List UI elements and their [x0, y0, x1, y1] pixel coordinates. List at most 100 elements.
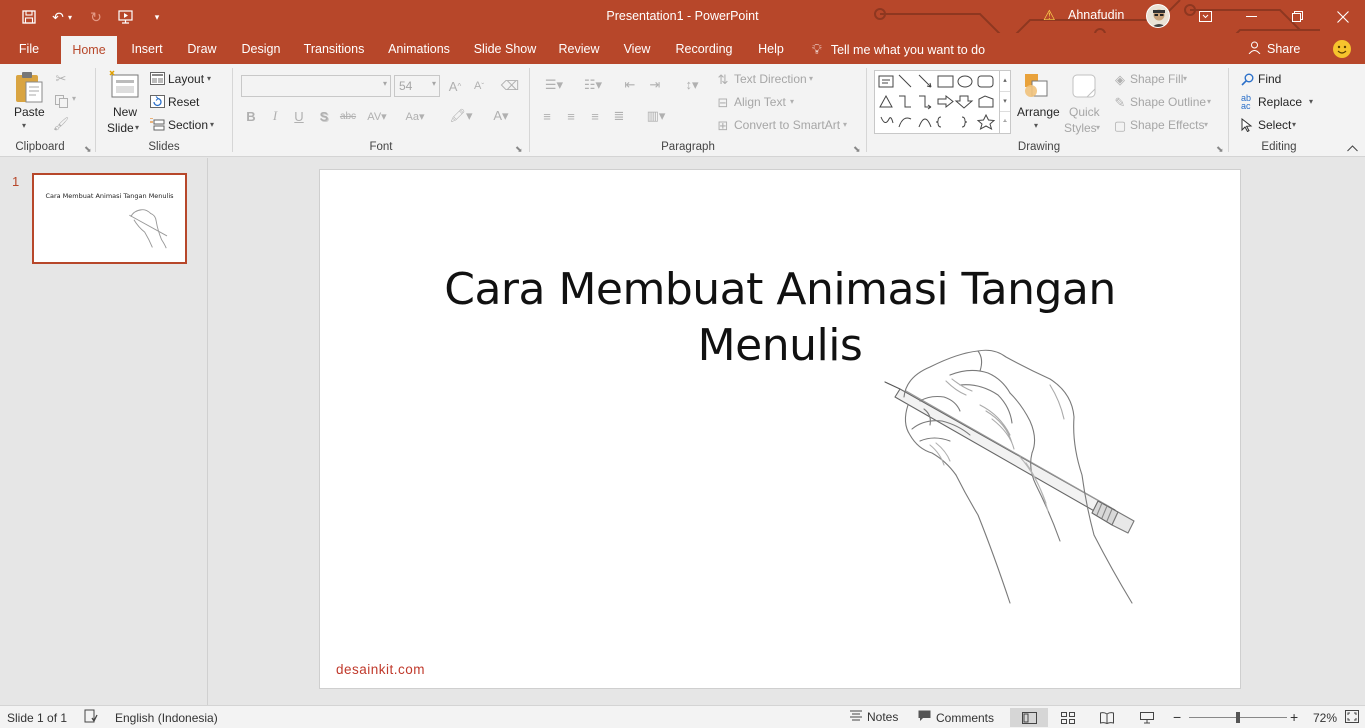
tab-home[interactable]: Home: [61, 36, 117, 64]
justify-icon[interactable]: ≣: [610, 107, 628, 125]
increase-font-size-icon[interactable]: A ^: [446, 76, 464, 96]
arrange-icon[interactable]: [1022, 70, 1052, 102]
font-name-combo[interactable]: ▾: [241, 75, 391, 97]
zoom-out-icon[interactable]: −: [1173, 709, 1181, 725]
zoom-slider-thumb[interactable]: [1236, 712, 1240, 723]
font-launcher-icon[interactable]: ⬊: [515, 144, 523, 155]
section-button[interactable]: Section: [168, 118, 208, 132]
accessibility-checker-icon[interactable]: [84, 709, 98, 726]
paragraph-launcher-icon[interactable]: ⬊: [853, 144, 861, 155]
slide-canvas[interactable]: Cara Membuat Animasi Tangan Menulis desa…: [319, 169, 1241, 689]
slide-show-view-icon[interactable]: [1132, 708, 1162, 727]
reset-button[interactable]: Reset: [168, 95, 199, 109]
feedback-smiley-icon[interactable]: [1333, 40, 1351, 58]
shape-fill-button[interactable]: Shape Fill: [1130, 72, 1183, 86]
decrease-indent-icon[interactable]: ⇤: [620, 76, 640, 94]
clipboard-launcher-icon[interactable]: ⬊: [84, 144, 92, 155]
format-painter-icon[interactable]: 🖌︎: [52, 115, 70, 133]
copy-chevron-icon[interactable]: ▾: [72, 94, 76, 103]
zoom-in-icon[interactable]: +: [1290, 709, 1298, 725]
share-button[interactable]: Share: [1248, 41, 1300, 57]
redo-icon[interactable]: ↻: [84, 6, 108, 28]
underline-icon[interactable]: U: [291, 107, 307, 125]
shape-fill-icon[interactable]: ◈: [1111, 71, 1129, 89]
align-text-button[interactable]: Align Text: [734, 95, 786, 109]
shape-outline-chevron-icon[interactable]: ▾: [1207, 97, 1211, 106]
layout-chevron-icon[interactable]: ▾: [207, 74, 211, 83]
tab-slide-show[interactable]: Slide Show: [468, 33, 542, 64]
convert-smartart-chevron-icon[interactable]: ▾: [843, 120, 847, 129]
quick-styles-icon[interactable]: [1068, 70, 1100, 102]
layout-icon[interactable]: [149, 71, 165, 86]
italic-icon[interactable]: I: [267, 107, 283, 125]
shape-outline-icon[interactable]: ✎: [1111, 94, 1129, 112]
undo-dropdown-chevron-icon[interactable]: ▾: [64, 6, 76, 28]
select-chevron-icon[interactable]: ▾: [1292, 120, 1296, 129]
gallery-up-icon[interactable]: ▴: [1000, 71, 1010, 91]
highlight-color-icon[interactable]: 🖍︎▾: [444, 107, 478, 125]
increase-indent-icon[interactable]: ⇥: [645, 76, 665, 94]
fit-slide-icon[interactable]: [1345, 710, 1359, 726]
numbering-icon[interactable]: ☷▾: [577, 76, 609, 94]
quick-styles-label-2[interactable]: Styles: [1064, 121, 1097, 135]
gallery-down-icon[interactable]: ▾: [1000, 91, 1010, 111]
change-case-icon[interactable]: Aa▾: [400, 107, 430, 125]
shape-effects-button[interactable]: Shape Effects: [1130, 118, 1205, 132]
character-spacing-icon[interactable]: AV▾: [362, 107, 392, 125]
shape-effects-icon[interactable]: ▢: [1111, 117, 1129, 135]
shape-effects-chevron-icon[interactable]: ▾: [1204, 120, 1208, 129]
tab-insert[interactable]: Insert: [124, 33, 170, 64]
drawing-launcher-icon[interactable]: ⬊: [1216, 144, 1224, 155]
slide-sorter-view-icon[interactable]: [1053, 708, 1083, 727]
normal-view-icon[interactable]: [1010, 708, 1048, 727]
cut-icon[interactable]: ✂: [52, 70, 70, 88]
replace-button[interactable]: Replace: [1258, 95, 1302, 109]
tab-animations[interactable]: Animations: [381, 33, 457, 64]
arrange-chevron-icon[interactable]: ▾: [1034, 121, 1038, 130]
shape-fill-chevron-icon[interactable]: ▾: [1183, 74, 1187, 83]
new-slide-chevron-icon[interactable]: ▾: [135, 123, 139, 132]
user-name[interactable]: Ahnafudin: [1068, 8, 1124, 22]
strikethrough-icon[interactable]: abc: [338, 107, 358, 125]
align-text-icon[interactable]: ⊟: [714, 94, 732, 112]
comments-button[interactable]: Comments: [918, 710, 994, 725]
ribbon-display-options-icon[interactable]: [1182, 0, 1228, 33]
text-shadow-icon[interactable]: S: [316, 107, 332, 125]
font-name-chevron-icon[interactable]: ▾: [383, 79, 387, 88]
copy-icon[interactable]: [52, 92, 70, 110]
decrease-font-size-icon[interactable]: Aˇ: [470, 76, 488, 96]
convert-smartart-icon[interactable]: ⊞: [714, 117, 732, 135]
layout-button[interactable]: Layout: [168, 72, 204, 86]
text-direction-chevron-icon[interactable]: ▾: [809, 74, 813, 83]
font-size-combo[interactable]: 54 ▾: [394, 75, 440, 97]
slide-thumbnail[interactable]: Cara Membuat Animasi Tangan Menulis: [32, 173, 187, 264]
save-icon[interactable]: [17, 6, 41, 28]
quick-styles-chevron-icon[interactable]: ▾: [1096, 123, 1100, 132]
tab-transitions[interactable]: Transitions: [299, 33, 369, 64]
tab-file[interactable]: File: [6, 33, 52, 64]
paste-icon[interactable]: [12, 70, 46, 104]
bullets-icon[interactable]: ☰▾: [538, 76, 570, 94]
tab-design[interactable]: Design: [234, 33, 288, 64]
select-button[interactable]: Select: [1258, 118, 1291, 132]
zoom-level[interactable]: 72%: [1313, 711, 1337, 725]
font-color-icon[interactable]: A▾: [486, 107, 516, 125]
gallery-more-icon[interactable]: ⩡: [1000, 111, 1010, 131]
section-chevron-icon[interactable]: ▾: [210, 120, 214, 129]
tab-help[interactable]: Help: [750, 33, 792, 64]
paste-chevron-icon[interactable]: ▾: [22, 121, 26, 130]
shapes-gallery-icons[interactable]: [875, 71, 1000, 133]
line-spacing-icon[interactable]: ↕▾: [677, 76, 707, 94]
section-icon[interactable]: [149, 117, 165, 132]
text-direction-button[interactable]: Text Direction: [734, 72, 807, 86]
close-icon[interactable]: [1320, 0, 1365, 33]
align-right-icon[interactable]: ≡: [586, 107, 604, 125]
font-size-chevron-icon[interactable]: ▾: [432, 79, 436, 88]
minimize-icon[interactable]: [1228, 0, 1274, 33]
tab-review[interactable]: Review: [553, 33, 605, 64]
arrange-button[interactable]: Arrange: [1017, 105, 1060, 119]
convert-smartart-button[interactable]: Convert to SmartArt: [734, 118, 840, 132]
avatar[interactable]: [1146, 4, 1170, 28]
replace-icon[interactable]: ab ac: [1237, 93, 1255, 111]
clear-formatting-icon[interactable]: ⌫: [500, 76, 520, 96]
